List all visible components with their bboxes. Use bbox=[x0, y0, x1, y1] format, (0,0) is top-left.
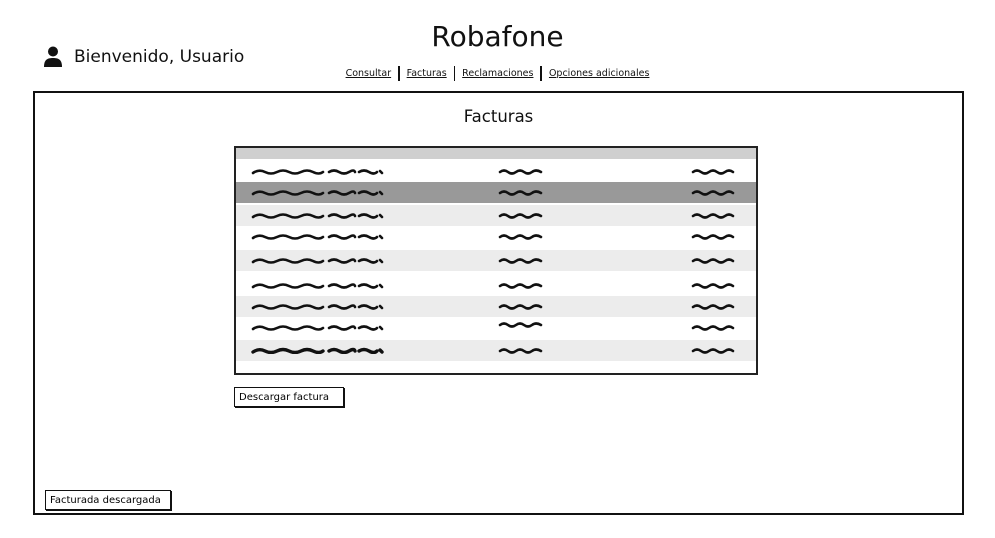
invoice-description-cell bbox=[251, 168, 384, 175]
invoice-amount-cell bbox=[691, 347, 735, 354]
table-row[interactable] bbox=[236, 275, 756, 296]
invoice-description-cell bbox=[251, 212, 384, 219]
invoice-downloaded-status-button[interactable]: Facturada descargada bbox=[45, 490, 171, 510]
invoice-amount-cell bbox=[691, 233, 735, 240]
section-title: Facturas bbox=[463, 107, 534, 126]
nav-separator bbox=[398, 66, 400, 81]
invoice-amount-cell bbox=[691, 168, 735, 175]
table-row[interactable] bbox=[236, 340, 756, 361]
invoice-description-cell bbox=[251, 324, 384, 331]
nav-link-consultar[interactable]: Consultar bbox=[345, 68, 393, 79]
table-row[interactable] bbox=[236, 250, 756, 271]
invoice-date-cell bbox=[498, 233, 543, 240]
invoice-description-cell bbox=[251, 233, 384, 240]
invoice-date-cell bbox=[498, 321, 543, 328]
table-row[interactable] bbox=[236, 226, 756, 247]
main-panel: Facturas Descargar factura Facturada des… bbox=[33, 91, 964, 515]
invoice-date-cell bbox=[498, 257, 543, 264]
invoice-table[interactable] bbox=[234, 146, 758, 375]
table-header bbox=[236, 148, 756, 159]
invoice-description-cell bbox=[251, 257, 384, 264]
invoice-description-cell bbox=[251, 282, 384, 289]
table-row[interactable] bbox=[236, 161, 756, 182]
nav-separator bbox=[453, 66, 456, 81]
invoice-amount-cell bbox=[691, 212, 735, 219]
table-row-selected[interactable] bbox=[236, 182, 756, 203]
invoice-description-cell bbox=[251, 303, 384, 310]
table-row[interactable] bbox=[236, 317, 756, 338]
invoice-date-cell bbox=[498, 189, 543, 196]
invoice-amount-cell bbox=[691, 324, 735, 331]
invoice-date-cell bbox=[498, 303, 543, 310]
nav-link-opciones-adicionales[interactable]: Opciones adicionales bbox=[548, 68, 650, 79]
invoice-amount-cell bbox=[691, 189, 735, 196]
nav-separator bbox=[540, 66, 542, 81]
invoice-amount-cell bbox=[691, 282, 735, 289]
main-nav: Consultar Facturas Reclamaciones Opcione… bbox=[0, 66, 995, 81]
invoice-date-cell bbox=[498, 212, 543, 219]
invoice-description-cell bbox=[251, 347, 384, 354]
invoice-date-cell bbox=[498, 282, 543, 289]
table-row[interactable] bbox=[236, 296, 756, 317]
invoice-description-cell bbox=[251, 189, 384, 196]
invoice-amount-cell bbox=[691, 303, 735, 310]
table-row[interactable] bbox=[236, 205, 756, 226]
app-title: Robafone bbox=[431, 20, 564, 53]
download-invoice-button[interactable]: Descargar factura bbox=[234, 387, 344, 407]
invoice-date-cell bbox=[498, 168, 543, 175]
nav-link-reclamaciones[interactable]: Reclamaciones bbox=[461, 68, 534, 79]
nav-link-facturas[interactable]: Facturas bbox=[406, 68, 448, 79]
invoice-date-cell bbox=[498, 347, 543, 354]
invoice-amount-cell bbox=[691, 257, 735, 264]
